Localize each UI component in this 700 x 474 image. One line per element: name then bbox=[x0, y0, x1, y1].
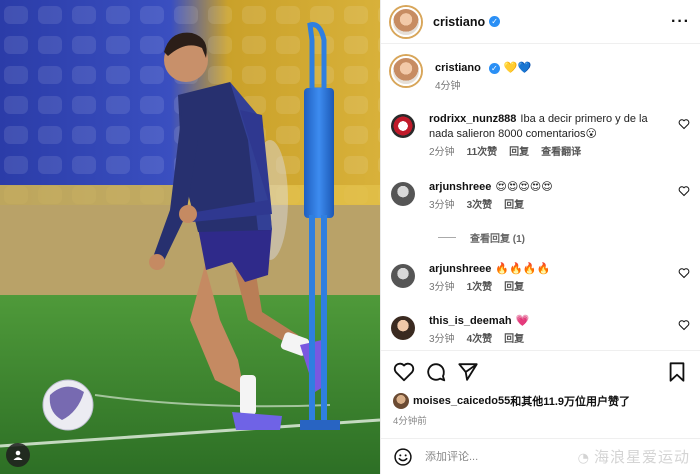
comment-like-heart-icon[interactable] bbox=[678, 118, 690, 130]
user-tag-button[interactable] bbox=[6, 443, 30, 467]
author-username[interactable]: cristiano bbox=[433, 15, 485, 29]
reply-button[interactable]: 回复 bbox=[504, 280, 524, 295]
comments-list: cristiano ✓ 💛💙 4分钟 rodrixx_nunz888 Iba a de… bbox=[381, 44, 700, 350]
comment-likes-count[interactable]: 1次赞 bbox=[467, 280, 493, 295]
caption-author-avatar[interactable] bbox=[391, 56, 421, 86]
likes-count-text[interactable]: 和其他11.9万位用户赞了 bbox=[510, 393, 630, 409]
comment-time: 2分钟 bbox=[429, 147, 455, 158]
comment-username[interactable]: arjunshreee bbox=[429, 181, 491, 193]
comment-time: 3分钟 bbox=[429, 200, 455, 211]
caption-author-username[interactable]: cristiano bbox=[435, 62, 481, 74]
reply-button[interactable]: 回复 bbox=[504, 198, 524, 213]
post-timestamp: 4分钟前 bbox=[393, 416, 427, 427]
comment-row: arjunshreee 🔥🔥🔥🔥 3分钟 1次赞 回复 bbox=[391, 262, 692, 295]
weibo-logo-icon: ◔ bbox=[577, 451, 590, 466]
comment-icon[interactable] bbox=[425, 361, 447, 383]
comment-likes-count[interactable]: 11次赞 bbox=[467, 145, 498, 160]
watermark-text: 海浪星爱运动 bbox=[593, 448, 690, 466]
comment-avatar[interactable] bbox=[391, 316, 415, 340]
comment-username[interactable]: arjunshreee bbox=[429, 263, 491, 275]
comment-row: rodrixx_nunz888 Iba a decir primero y de … bbox=[391, 112, 692, 160]
caption-time: 4分钟 bbox=[435, 81, 461, 92]
post-side-panel: cristiano ✓ ··· cristiano ✓ 💛💙 4分钟 rodrixx… bbox=[380, 0, 700, 474]
view-replies-button[interactable]: 查看回复 (1) bbox=[438, 230, 525, 245]
caption-text: 💛💙 bbox=[503, 62, 532, 74]
comment-text: 🔥🔥🔥🔥 bbox=[495, 263, 551, 275]
comment-avatar[interactable] bbox=[391, 114, 415, 138]
caption-row: cristiano ✓ 💛💙 4分钟 bbox=[391, 56, 692, 94]
comment-username[interactable]: rodrixx_nunz888 bbox=[429, 113, 516, 125]
liker-avatar bbox=[393, 393, 409, 409]
send-icon[interactable] bbox=[457, 361, 479, 383]
user-tag-icon bbox=[13, 450, 23, 460]
reply-button[interactable]: 回复 bbox=[509, 145, 529, 160]
comment-text: 💗 bbox=[515, 315, 530, 327]
see-translation-button[interactable]: 查看翻译 bbox=[541, 145, 581, 160]
liker-username[interactable]: moises_caicedo55 bbox=[413, 395, 510, 407]
comment-text: 😍😍😍😍😍 bbox=[495, 181, 553, 193]
training-photo-scene bbox=[0, 0, 380, 474]
heart-icon[interactable] bbox=[393, 361, 415, 383]
post-actions: moises_caicedo55 和其他11.9万位用户赞了 4分钟前 bbox=[381, 350, 700, 446]
comment-likes-count[interactable]: 3次赞 bbox=[467, 198, 493, 213]
comment-time: 3分钟 bbox=[429, 334, 455, 345]
comment-likes-count[interactable]: 4次赞 bbox=[467, 332, 493, 347]
comment-avatar[interactable] bbox=[391, 182, 415, 206]
comment-like-heart-icon[interactable] bbox=[678, 267, 690, 279]
post-header: cristiano ✓ ··· bbox=[381, 0, 700, 44]
comment-row: this_is_deemah 💗 3分钟 4次赞 回复 bbox=[391, 314, 692, 347]
verified-badge-icon: ✓ bbox=[488, 63, 500, 74]
comment-row: arjunshreee 😍😍😍😍😍 3分钟 3次赞 回复 bbox=[391, 180, 692, 213]
replies-divider bbox=[438, 237, 456, 238]
post-photo[interactable] bbox=[0, 0, 380, 474]
bookmark-icon[interactable] bbox=[666, 361, 688, 383]
weibo-watermark: ◔ 海浪星爱运动 bbox=[578, 446, 690, 467]
view-replies-label: 查看回复 (1) bbox=[470, 234, 525, 245]
comment-input[interactable] bbox=[425, 450, 575, 463]
emoji-icon[interactable] bbox=[393, 447, 413, 467]
author-avatar[interactable] bbox=[391, 6, 421, 37]
comment-like-heart-icon[interactable] bbox=[678, 319, 690, 331]
likes-summary[interactable]: moises_caicedo55 和其他11.9万位用户赞了 bbox=[393, 393, 630, 409]
comment-avatar[interactable] bbox=[391, 264, 415, 288]
more-options-icon[interactable]: ··· bbox=[671, 13, 690, 31]
verified-badge-icon: ✓ bbox=[489, 16, 501, 27]
reply-button[interactable]: 回复 bbox=[504, 332, 524, 347]
comment-like-heart-icon[interactable] bbox=[678, 185, 690, 197]
comment-time: 3分钟 bbox=[429, 282, 455, 293]
football bbox=[42, 379, 94, 431]
comment-username[interactable]: this_is_deemah bbox=[429, 315, 512, 327]
